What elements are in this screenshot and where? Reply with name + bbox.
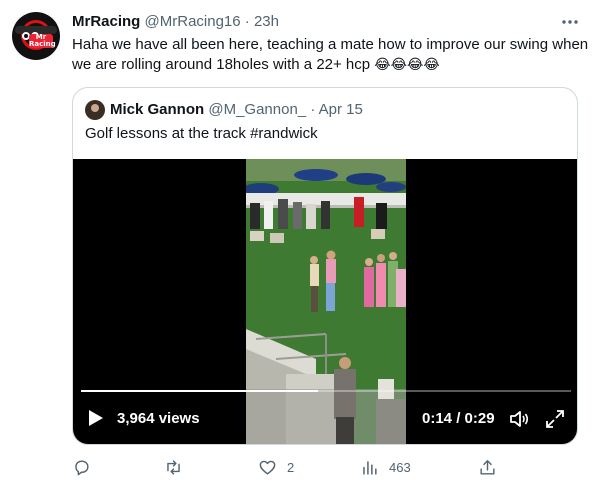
tweet[interactable]: Mr Racing MrRacing @MrRacing16 · 23h Hah…: [0, 0, 610, 483]
heart-icon: [259, 460, 276, 475]
video-player[interactable]: 3,964 views 0:14 / 0:29: [73, 159, 577, 444]
author-avatar[interactable]: Mr Racing: [12, 12, 60, 60]
reply-icon: [75, 459, 89, 475]
quoted-tweet[interactable]: Mick Gannon @M_Gannon_ · Apr 15 Golf les…: [72, 87, 578, 445]
quote-time[interactable]: Apr 15: [319, 101, 363, 118]
video-progress-fill: [81, 390, 318, 392]
views-count: 463: [389, 459, 411, 475]
quote-author-name[interactable]: Mick Gannon: [110, 101, 204, 118]
tweet-time[interactable]: 23h: [254, 13, 279, 30]
emoji-joy: 😂: [423, 56, 440, 72]
retweet-button[interactable]: [164, 456, 193, 478]
author-handle[interactable]: @MrRacing16: [145, 13, 241, 30]
play-icon[interactable]: [87, 408, 105, 428]
more-horizontal-icon[interactable]: [560, 13, 580, 31]
emoji-joy: 😂: [390, 56, 408, 72]
reply-button[interactable]: [72, 456, 101, 478]
quote-header: Mick Gannon @M_Gannon_ · Apr 15: [110, 100, 363, 120]
tweet-body: Haha we have all been here, teaching a m…: [72, 36, 589, 73]
avatar-badge: Mr Racing: [29, 33, 56, 48]
emoji-joy: 😂: [374, 56, 391, 72]
separator-dot: ·: [310, 101, 316, 118]
retweet-icon: [167, 459, 180, 475]
analytics-icon: [363, 460, 377, 475]
volume-icon[interactable]: [509, 409, 529, 429]
author-name[interactable]: MrRacing: [72, 13, 140, 30]
quote-author-avatar[interactable]: [85, 100, 105, 120]
separator-dot: ·: [244, 13, 250, 30]
emoji-joy: 😂: [407, 56, 424, 72]
fullscreen-icon[interactable]: [545, 409, 565, 429]
video-timecode: 0:14 / 0:29: [422, 410, 495, 427]
video-scrubber[interactable]: [81, 390, 571, 392]
video-view-count: 3,964 views: [117, 410, 200, 427]
video-frame: [246, 159, 406, 444]
share-button[interactable]: [478, 456, 507, 478]
tweet-header: MrRacing @MrRacing16 · 23h: [72, 13, 279, 31]
like-count: 2: [287, 459, 295, 475]
quote-author-handle[interactable]: @M_Gannon_: [208, 101, 306, 118]
share-icon: [480, 459, 495, 475]
quote-text: Golf lessons at the track #randwick: [85, 125, 318, 142]
like-button[interactable]: 2: [258, 456, 294, 478]
tweet-text: Haha we have all been here, teaching a m…: [72, 35, 592, 75]
action-bar: 2 463: [72, 456, 502, 478]
views-button[interactable]: 463: [360, 456, 411, 478]
